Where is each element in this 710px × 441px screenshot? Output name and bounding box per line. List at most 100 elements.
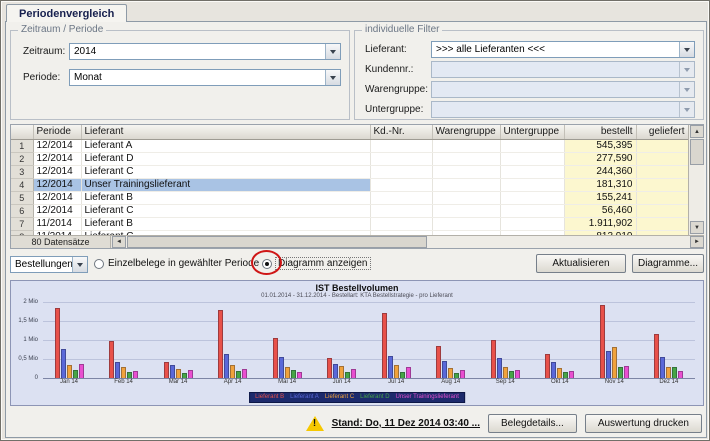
- col-header-warengruppe[interactable]: Warengruppe: [432, 125, 500, 139]
- table-row[interactable]: 512/2014Lieferant B155,241: [11, 191, 688, 204]
- cell-bestellt[interactable]: 244,360: [564, 165, 636, 178]
- col-header-kdnr[interactable]: Kd.-Nr.: [370, 125, 432, 139]
- periode-select[interactable]: Monat: [69, 69, 341, 86]
- aktualisieren-button[interactable]: Aktualisieren: [536, 254, 626, 273]
- scroll-right-icon[interactable]: ►: [690, 236, 704, 248]
- belegart-select[interactable]: Bestellungen: [10, 256, 88, 273]
- cell-kdnr[interactable]: [370, 217, 432, 230]
- cell-geliefert[interactable]: [636, 178, 688, 191]
- cell-periode[interactable]: 12/2014: [33, 178, 81, 191]
- cell-bestellt[interactable]: 545,395: [564, 139, 636, 152]
- cell-bestellt[interactable]: 155,241: [564, 191, 636, 204]
- table-row[interactable]: 711/2014Lieferant B1.911,902: [11, 217, 688, 230]
- cell-lieferant[interactable]: Lieferant A: [81, 139, 370, 152]
- cell-warengruppe[interactable]: [432, 152, 500, 165]
- cell-untergruppe[interactable]: [500, 217, 564, 230]
- belegdetails-button[interactable]: Belegdetails...: [488, 414, 577, 433]
- radio-einzelbelege[interactable]: Einzelbelege in gewählter Periode: [94, 258, 259, 269]
- cell-lieferant[interactable]: Lieferant C: [81, 204, 370, 217]
- zeitraum-label: Zeitraum:: [23, 46, 65, 57]
- cell-periode[interactable]: 11/2014: [33, 217, 81, 230]
- lieferant-label: Lieferant:: [365, 44, 407, 55]
- radio-einzelbelege-label[interactable]: Einzelbelege in gewählter Periode: [108, 258, 259, 269]
- col-header-untergruppe[interactable]: Untergruppe: [500, 125, 564, 139]
- cell-lieferant[interactable]: Lieferant B: [81, 191, 370, 204]
- cell-untergruppe[interactable]: [500, 204, 564, 217]
- cell-geliefert[interactable]: [636, 139, 688, 152]
- cell-untergruppe[interactable]: [500, 178, 564, 191]
- vertical-scrollbar[interactable]: ▲ ▼: [688, 125, 704, 235]
- cell-periode[interactable]: 12/2014: [33, 139, 81, 152]
- cell-lieferant[interactable]: Unser Trainingslieferant: [81, 178, 370, 191]
- cell-kdnr[interactable]: [370, 204, 432, 217]
- radio-circle-icon[interactable]: [94, 259, 104, 269]
- cell-lieferant[interactable]: Lieferant D: [81, 152, 370, 165]
- chevron-down-icon[interactable]: [325, 70, 340, 85]
- cell-kdnr[interactable]: [370, 152, 432, 165]
- cell-warengruppe[interactable]: [432, 217, 500, 230]
- bar-unser-trainingslieferant: [569, 371, 574, 378]
- col-header-lieferant[interactable]: Lieferant: [81, 125, 370, 139]
- cell-geliefert[interactable]: [636, 191, 688, 204]
- horizontal-scroll-thumb[interactable]: [127, 236, 427, 248]
- scroll-down-icon[interactable]: ▼: [690, 221, 704, 234]
- cell-bestellt[interactable]: 56,460: [564, 204, 636, 217]
- cell-untergruppe[interactable]: [500, 191, 564, 204]
- table-row[interactable]: 612/2014Lieferant C56,460: [11, 204, 688, 217]
- cell-periode[interactable]: 12/2014: [33, 165, 81, 178]
- chevron-down-icon[interactable]: [325, 44, 340, 59]
- cell-warengruppe[interactable]: [432, 204, 500, 217]
- lieferant-select[interactable]: >>> alle Lieferanten <<<: [431, 41, 695, 58]
- chevron-down-icon[interactable]: [679, 42, 694, 57]
- cell-periode[interactable]: 12/2014: [33, 191, 81, 204]
- cell-periode[interactable]: 12/2014: [33, 152, 81, 165]
- vertical-scroll-thumb[interactable]: [690, 139, 704, 165]
- cell-warengruppe[interactable]: [432, 178, 500, 191]
- bar-group: Apr 14: [210, 302, 256, 388]
- cell-kdnr[interactable]: [370, 165, 432, 178]
- cell-bestellt[interactable]: 277,590: [564, 152, 636, 165]
- col-header-bestellt[interactable]: bestellt: [564, 125, 636, 139]
- cell-lieferant[interactable]: Lieferant B: [81, 217, 370, 230]
- tab-periodenvergleich[interactable]: Periodenvergleich: [6, 4, 127, 22]
- radio-diagramm-label[interactable]: Diagramm anzeigen: [276, 258, 370, 269]
- cell-bestellt[interactable]: 1.911,902: [564, 217, 636, 230]
- cell-untergruppe[interactable]: [500, 152, 564, 165]
- cell-warengruppe[interactable]: [432, 191, 500, 204]
- cell-geliefert[interactable]: [636, 204, 688, 217]
- cell-untergruppe[interactable]: [500, 165, 564, 178]
- group-title-filter: individuelle Filter: [362, 24, 442, 35]
- bar-cluster: [545, 302, 574, 378]
- cell-bestellt[interactable]: 181,310: [564, 178, 636, 191]
- cell-geliefert[interactable]: [636, 165, 688, 178]
- col-header-periode[interactable]: Periode: [33, 125, 81, 139]
- table-row[interactable]: 212/2014Lieferant D277,590: [11, 152, 688, 165]
- cell-periode[interactable]: 12/2014: [33, 204, 81, 217]
- scroll-up-icon[interactable]: ▲: [690, 125, 704, 138]
- table-row[interactable]: 312/2014Lieferant C244,360: [11, 165, 688, 178]
- radio-diagramm-anzeigen[interactable]: Diagramm anzeigen: [262, 258, 370, 269]
- scroll-left-icon[interactable]: ◄: [112, 236, 126, 248]
- group-individuelle-filter: individuelle Filter Lieferant: >>> alle …: [354, 30, 704, 120]
- cell-kdnr[interactable]: [370, 191, 432, 204]
- chevron-down-icon[interactable]: [72, 257, 87, 272]
- col-header-geliefert[interactable]: geliefert: [636, 125, 688, 139]
- cell-warengruppe[interactable]: [432, 165, 500, 178]
- cell-kdnr[interactable]: [370, 139, 432, 152]
- zeitraum-select[interactable]: 2014: [69, 43, 341, 60]
- diagramme-button[interactable]: Diagramme...: [632, 254, 704, 273]
- cell-kdnr[interactable]: [370, 178, 432, 191]
- cell-warengruppe[interactable]: [432, 139, 500, 152]
- cell-geliefert[interactable]: [636, 217, 688, 230]
- auswertung-drucken-button[interactable]: Auswertung drucken: [585, 414, 702, 433]
- x-tick-label: Okt 14: [551, 378, 569, 387]
- horizontal-scrollbar[interactable]: ◄ ►: [112, 236, 704, 248]
- cell-geliefert[interactable]: [636, 152, 688, 165]
- lieferant-value: >>> alle Lieferanten <<<: [432, 42, 679, 57]
- cell-lieferant[interactable]: Lieferant C: [81, 165, 370, 178]
- table-row[interactable]: 412/2014Unser Trainingslieferant181,310: [11, 178, 688, 191]
- radio-circle-icon[interactable]: [262, 259, 272, 269]
- cell-untergruppe[interactable]: [500, 139, 564, 152]
- table-row[interactable]: 112/2014Lieferant A545,395: [11, 139, 688, 152]
- stand-link[interactable]: Stand: Do, 11 Dez 2014 03:40 ...: [332, 418, 480, 429]
